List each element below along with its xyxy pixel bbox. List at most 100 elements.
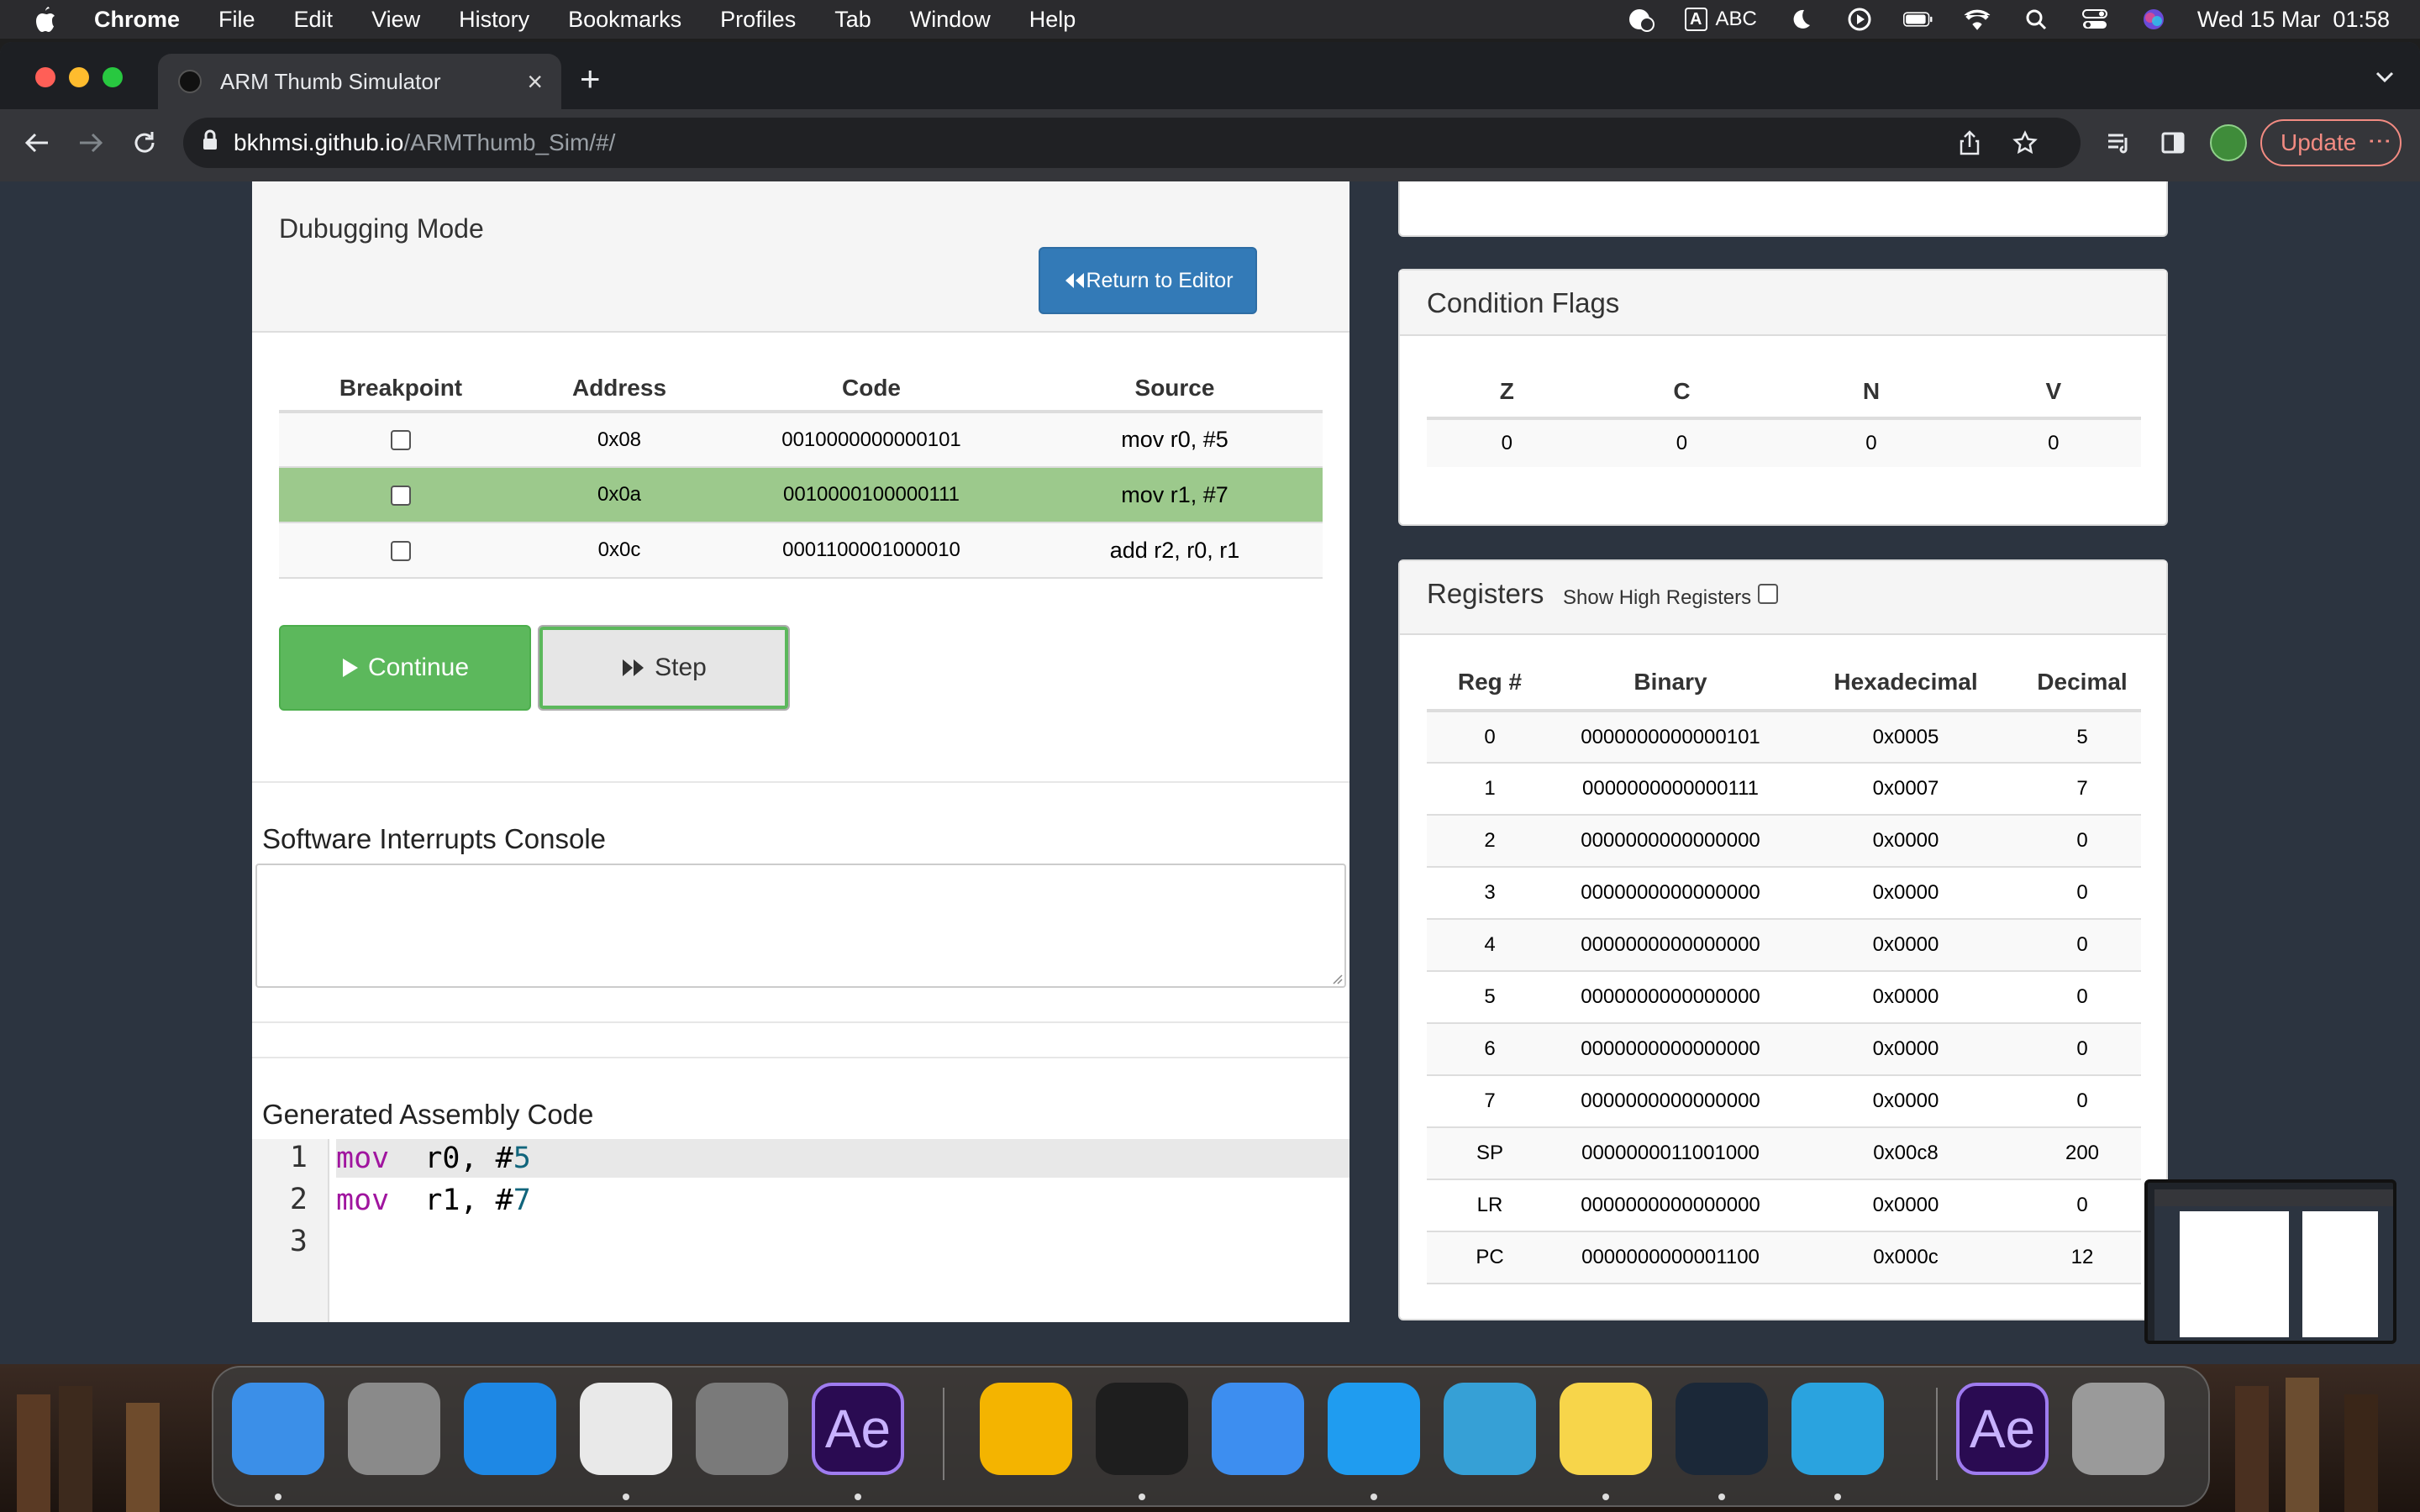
mail-icon[interactable] <box>1212 1383 1304 1475</box>
breakpoint-checkbox[interactable] <box>391 430 411 451</box>
address-bar[interactable]: bkhmsi.github.io/ARMThumb_Sim/#/ <box>183 118 2081 168</box>
return-to-editor-label: Return to Editor <box>1086 268 1234 292</box>
input-source[interactable]: A ABC <box>1685 8 1757 31</box>
show-high-registers-checkbox[interactable] <box>1758 584 1779 604</box>
side-panel-icon[interactable] <box>2156 126 2190 160</box>
chrome-icon[interactable] <box>580 1383 672 1475</box>
menu-view[interactable]: View <box>371 7 420 33</box>
update-button[interactable]: Update ⋮ <box>2260 119 2402 166</box>
register-binary: 0000000000000000 <box>1553 815 1788 868</box>
moon-icon[interactable] <box>1786 7 1816 32</box>
tab-favicon-icon <box>178 70 202 93</box>
instruction-row: 0x0a 0010000100000111 mov r1, #7 <box>279 467 1323 523</box>
wallpaper-book <box>59 1386 92 1512</box>
wifi-icon[interactable] <box>1962 7 1992 32</box>
system-settings-icon[interactable] <box>696 1383 788 1475</box>
menu-window[interactable]: Window <box>910 7 991 33</box>
immediate-value: 7 <box>513 1184 531 1217</box>
tab-close-icon[interactable]: × <box>527 66 543 97</box>
share-icon[interactable] <box>1954 128 1985 158</box>
dock-separator <box>1936 1388 1938 1480</box>
finder-icon[interactable] <box>232 1383 324 1475</box>
menu-profiles[interactable]: Profiles <box>720 7 796 33</box>
divider <box>252 1057 1349 1058</box>
trash-icon[interactable] <box>2072 1383 2165 1475</box>
instruction-address: 0x0a <box>523 467 716 523</box>
breakpoint-checkbox[interactable] <box>391 540 411 561</box>
vscode-icon[interactable] <box>1328 1383 1420 1475</box>
thumbnail-right-panel <box>2302 1211 2378 1337</box>
telegram-icon[interactable] <box>1791 1383 1884 1475</box>
instruction-code: 0010000000000101 <box>716 412 1027 468</box>
register-name: 1 <box>1427 763 1553 816</box>
swi-console-textarea[interactable] <box>255 864 1346 988</box>
minimize-window-button[interactable] <box>69 67 89 87</box>
running-indicator <box>1602 1494 1609 1500</box>
input-badge: A <box>1685 8 1707 31</box>
after-effects-icon[interactable]: Ae <box>812 1383 904 1475</box>
clock[interactable]: Wed 15 Mar 01:58 <box>2197 7 2390 33</box>
flag-n-header: N <box>1776 366 1966 420</box>
menu-edit[interactable]: Edit <box>294 7 334 33</box>
menu-file[interactable]: File <box>218 7 255 33</box>
resize-handle-icon[interactable] <box>1329 971 1343 984</box>
close-window-button[interactable] <box>35 67 55 87</box>
continue-button[interactable]: Continue <box>279 625 531 711</box>
tab-arm-thumb-simulator[interactable]: ARM Thumb Simulator × <box>158 54 561 109</box>
register-name: SP <box>1427 1127 1553 1180</box>
control-center-icon[interactable] <box>2080 7 2110 32</box>
menu-tab[interactable]: Tab <box>834 7 871 33</box>
line-number: 1 <box>289 1141 308 1174</box>
thumbnail-left-panel <box>2180 1211 2289 1337</box>
launchpad-icon[interactable] <box>348 1383 440 1475</box>
menu-app-name[interactable]: Chrome <box>94 7 180 33</box>
register-name: 0 <box>1427 711 1553 764</box>
register-decimal: 12 <box>2023 1231 2141 1284</box>
breakpoint-checkbox[interactable] <box>391 485 411 506</box>
fast-forward-icon <box>623 659 644 676</box>
quicktime-icon[interactable] <box>1444 1383 1536 1475</box>
state-column: Condition Flags Z C N V 0 0 0 0 Register… <box>1398 181 2168 1322</box>
lock-icon[interactable] <box>202 129 218 157</box>
assembly-editor[interactable]: 123 mov r0, #5 mov r1, #7 <box>252 1139 1349 1322</box>
apple-icon[interactable] <box>32 5 66 34</box>
more-menu-icon[interactable]: ⋮ <box>2367 129 2393 153</box>
step-label: Step <box>655 654 707 681</box>
tab-search-chevron-icon[interactable] <box>2375 64 2395 90</box>
register-row: 1 0000000000000111 0x0007 7 <box>1427 763 2141 816</box>
return-to-editor-button[interactable]: Return to Editor <box>1039 247 1257 314</box>
steam-icon[interactable] <box>1676 1383 1768 1475</box>
terminal-icon[interactable] <box>1096 1383 1188 1475</box>
menu-history[interactable]: History <box>459 7 529 33</box>
bookmark-star-icon[interactable] <box>2010 128 2040 158</box>
screenshot-thumbnail[interactable] <box>2144 1179 2396 1344</box>
siri-icon[interactable] <box>2139 7 2169 32</box>
instruction-source: mov r1, #7 <box>1027 467 1323 523</box>
flags-table: Z C N V 0 0 0 0 <box>1427 366 2141 467</box>
notification-badge-icon[interactable] <box>1626 7 1656 32</box>
reading-list-icon[interactable] <box>2102 126 2136 160</box>
menu-bookmarks[interactable]: Bookmarks <box>568 7 681 33</box>
safari-icon[interactable] <box>464 1383 556 1475</box>
menu-help[interactable]: Help <box>1029 7 1076 33</box>
spotlight-search-icon[interactable] <box>2021 7 2051 32</box>
battery-icon[interactable] <box>1902 7 1933 32</box>
after-effects-2-icon[interactable]: Ae <box>1956 1383 2049 1475</box>
play-icon[interactable] <box>1844 7 1875 32</box>
forward-button[interactable] <box>76 128 106 158</box>
new-tab-button[interactable]: + <box>580 59 601 99</box>
divider <box>252 781 1349 783</box>
register-hex: 0x0000 <box>1788 867 2023 920</box>
show-high-registers-toggle[interactable]: Show High Registers <box>1563 584 1779 610</box>
chromium-icon[interactable] <box>980 1383 1072 1475</box>
notes-icon[interactable] <box>1560 1383 1652 1475</box>
back-button[interactable] <box>22 128 52 158</box>
assembly-title: Generated Assembly Code <box>262 1099 594 1130</box>
register-name: 5 <box>1427 971 1553 1024</box>
reload-button[interactable] <box>129 128 160 158</box>
step-button[interactable]: Step <box>538 625 790 711</box>
zoom-window-button[interactable] <box>103 67 123 87</box>
profile-avatar[interactable] <box>2210 124 2247 161</box>
register-row: LR 0000000000000000 0x0000 0 <box>1427 1179 2141 1232</box>
